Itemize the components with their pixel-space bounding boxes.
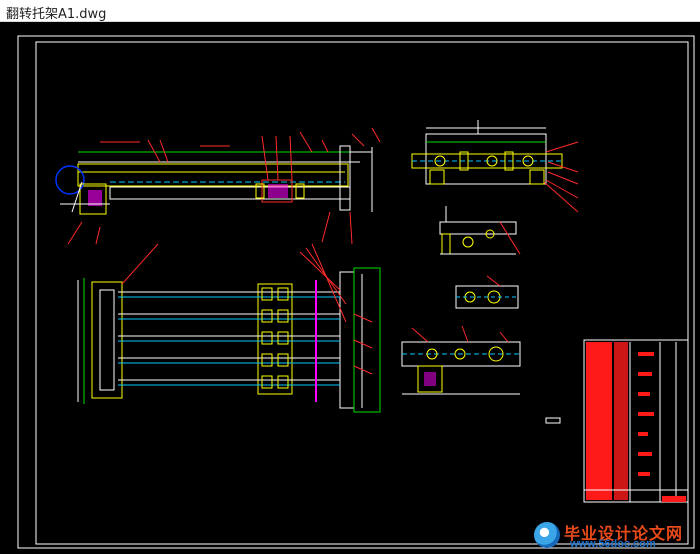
detail-view-d — [401, 325, 561, 424]
plan-view — [77, 243, 381, 413]
watermark-url: www.56doc.com — [570, 538, 656, 550]
cad-drawing — [17, 35, 695, 549]
detail-view-b — [439, 206, 521, 255]
detail-view-c — [455, 275, 519, 309]
detail-view-a — [411, 120, 579, 213]
drawing-canvas[interactable]: 毕业设计论文网 www.56doc.com — [0, 22, 700, 554]
site-watermark: 毕业设计论文网 www.56doc.com — [534, 520, 694, 550]
window-titlebar: 翻转托架A1.dwg — [0, 0, 700, 22]
window-title: 翻转托架A1.dwg — [6, 7, 107, 22]
side-view — [55, 127, 381, 245]
title-block — [583, 339, 689, 503]
site-logo-icon — [534, 522, 560, 548]
